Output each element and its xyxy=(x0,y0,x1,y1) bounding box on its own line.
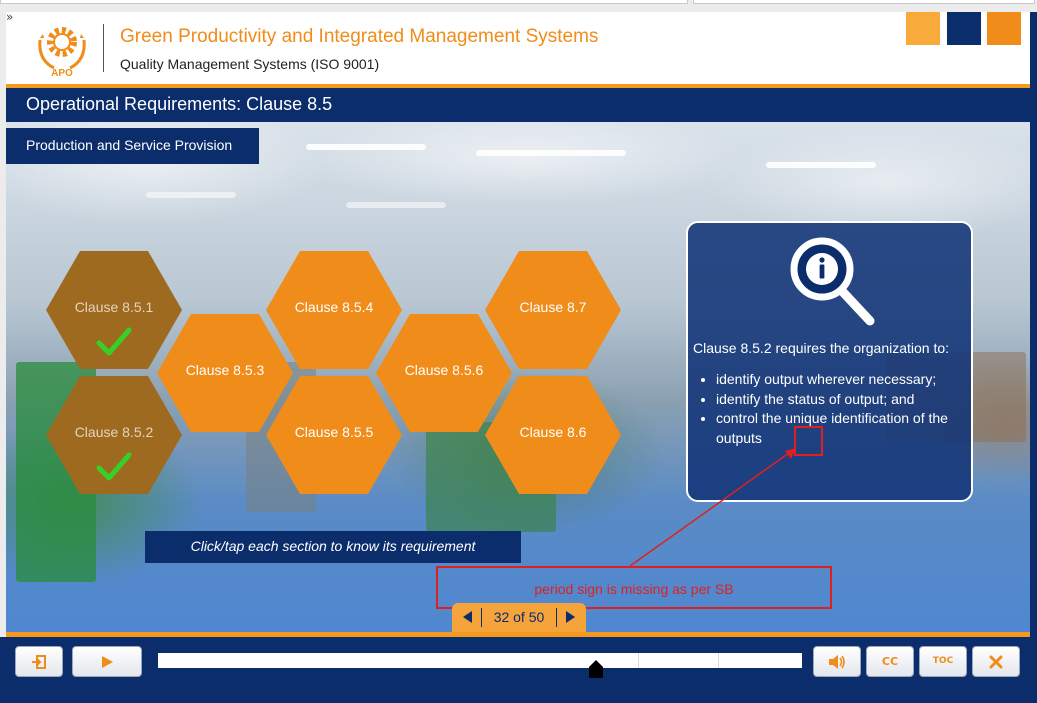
page-title-bar: Operational Requirements: Clause 8.5 xyxy=(6,88,1030,122)
player-controls: CC TOC xyxy=(0,637,1037,703)
close-icon xyxy=(989,655,1003,668)
next-slide-icon[interactable] xyxy=(563,610,577,624)
slide-pager: 32 of 50 xyxy=(452,603,586,632)
instruction-text: Click/tap each section to know its requi… xyxy=(190,538,476,554)
progress-tick xyxy=(638,653,639,668)
play-icon xyxy=(102,655,113,668)
progress-tick xyxy=(718,653,719,668)
cc-label: CC xyxy=(881,655,899,668)
course-header: APO Green Productivity and Integrated Ma… xyxy=(6,12,1030,84)
annotation-note-text: period sign is missing as per SB xyxy=(534,581,734,597)
browser-strip xyxy=(0,0,1037,12)
logo-divider xyxy=(103,24,104,72)
play-button[interactable] xyxy=(72,646,142,677)
svg-text:APO: APO xyxy=(51,68,73,78)
exit-icon xyxy=(32,654,46,669)
browser-field xyxy=(0,0,688,4)
decor-square xyxy=(906,12,940,45)
expand-icon[interactable]: » xyxy=(6,10,22,28)
browser-field xyxy=(693,0,1035,4)
volume-icon xyxy=(829,654,845,669)
decor-square xyxy=(947,12,981,45)
exit-button[interactable] xyxy=(15,646,63,677)
annotation-highlight-box xyxy=(794,426,823,456)
instruction-banner: Click/tap each section to know its requi… xyxy=(145,531,521,563)
close-button[interactable] xyxy=(972,646,1020,677)
pager-separator xyxy=(481,608,482,627)
progress-scrubber[interactable] xyxy=(588,660,603,678)
page-title: Operational Requirements: Clause 8.5 xyxy=(26,94,333,114)
content-stage: Production and Service Provision Clause … xyxy=(6,122,1030,632)
previous-slide-icon[interactable] xyxy=(461,610,475,624)
toc-label: TOC xyxy=(932,656,954,666)
slide-counter: 32 of 50 xyxy=(493,609,545,625)
toc-button[interactable]: TOC xyxy=(919,646,967,677)
course-title: Green Productivity and Integrated Manage… xyxy=(120,26,599,47)
apo-logo: APO xyxy=(38,27,86,78)
course-subtitle: Quality Management Systems (ISO 9001) xyxy=(120,56,380,72)
volume-button[interactable] xyxy=(813,646,861,677)
progress-bar[interactable] xyxy=(158,653,802,668)
decor-square xyxy=(987,12,1021,45)
closed-captions-button[interactable]: CC xyxy=(866,646,914,677)
pager-separator xyxy=(556,608,557,627)
